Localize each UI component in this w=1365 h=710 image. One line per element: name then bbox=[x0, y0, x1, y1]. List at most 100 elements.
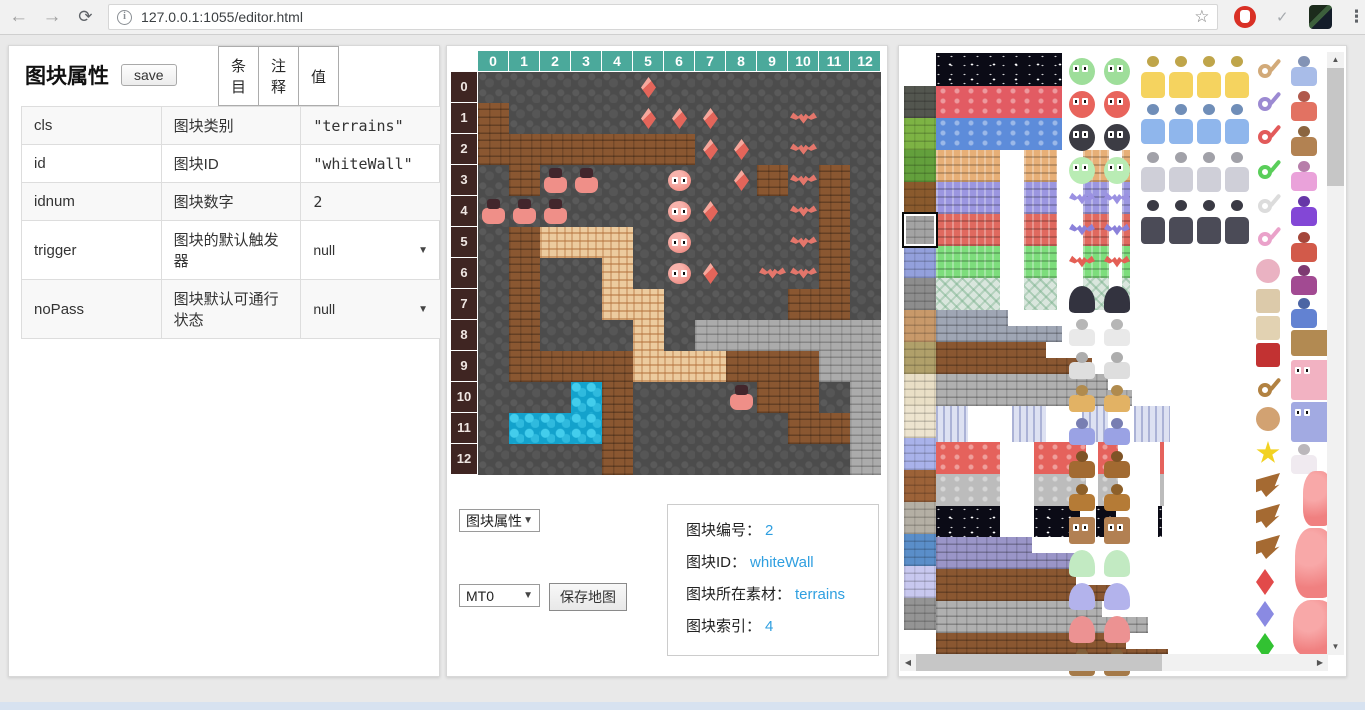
map-tile[interactable] bbox=[478, 134, 509, 165]
map-tile[interactable] bbox=[509, 227, 540, 258]
map-tile[interactable] bbox=[509, 413, 540, 444]
map-tile[interactable] bbox=[571, 382, 602, 413]
enemy-green-ghost[interactable] bbox=[1069, 550, 1095, 577]
palette-tile-grey-brick[interactable] bbox=[904, 502, 936, 534]
map-tile[interactable] bbox=[571, 165, 602, 196]
avatar[interactable] bbox=[1309, 5, 1332, 29]
palette-band-maze-wall-green[interactable] bbox=[936, 246, 1000, 278]
npc-bride[interactable] bbox=[1291, 444, 1317, 474]
map-tile[interactable] bbox=[757, 72, 788, 103]
map-tile[interactable] bbox=[478, 444, 509, 475]
enemy-black-slime[interactable] bbox=[1069, 124, 1095, 151]
palette-tile-yellow-rock[interactable] bbox=[904, 342, 936, 374]
map-tile[interactable] bbox=[509, 258, 540, 289]
map-tile[interactable] bbox=[726, 134, 757, 165]
palette-tile-wood-planks[interactable] bbox=[904, 310, 936, 342]
map-tile[interactable] bbox=[478, 382, 509, 413]
enemy-skeleton[interactable] bbox=[1104, 319, 1130, 346]
map-tile[interactable] bbox=[633, 320, 664, 351]
npc-dark-demon[interactable] bbox=[1141, 200, 1165, 244]
map-tile[interactable] bbox=[819, 72, 850, 103]
npc-angel[interactable] bbox=[1225, 56, 1249, 98]
map-tile[interactable] bbox=[509, 351, 540, 382]
map-tile[interactable] bbox=[633, 134, 664, 165]
map-tile[interactable] bbox=[788, 165, 819, 196]
map-tile[interactable] bbox=[788, 413, 819, 444]
palette-band-maze-wall-orange[interactable] bbox=[936, 150, 1000, 182]
item-medal[interactable] bbox=[1256, 407, 1280, 431]
map-tile[interactable] bbox=[478, 227, 509, 258]
map-tile[interactable] bbox=[757, 165, 788, 196]
map-tile[interactable] bbox=[695, 72, 726, 103]
map-tile[interactable] bbox=[695, 103, 726, 134]
palette-band-cloud[interactable] bbox=[936, 474, 1000, 506]
map-tile[interactable] bbox=[664, 196, 695, 227]
enemy-green-ghost[interactable] bbox=[1104, 550, 1130, 577]
npc-dark-demon[interactable] bbox=[1169, 200, 1193, 244]
npc-water-spirit[interactable] bbox=[1225, 104, 1249, 144]
item-fly-wing[interactable] bbox=[1256, 473, 1280, 497]
map-tile[interactable] bbox=[602, 413, 633, 444]
npc-blue-boy[interactable] bbox=[1291, 298, 1317, 328]
map-tile[interactable] bbox=[726, 289, 757, 320]
map-tile[interactable] bbox=[664, 413, 695, 444]
map-tile[interactable] bbox=[788, 134, 819, 165]
npc-purple-wizard[interactable] bbox=[1291, 196, 1317, 226]
map-tile[interactable] bbox=[664, 382, 695, 413]
map-tile[interactable] bbox=[571, 258, 602, 289]
npc-dark-demon[interactable] bbox=[1225, 200, 1249, 244]
map-tile[interactable] bbox=[726, 165, 757, 196]
map-tile[interactable] bbox=[788, 258, 819, 289]
item-green-key[interactable] bbox=[1256, 157, 1280, 181]
map-tile[interactable] bbox=[819, 351, 850, 382]
page-info-icon[interactable]: i bbox=[117, 10, 132, 25]
map-tile[interactable] bbox=[509, 196, 540, 227]
floor-select[interactable]: MT0 ▼ bbox=[459, 584, 540, 607]
map-tile[interactable] bbox=[571, 444, 602, 475]
map-tile[interactable] bbox=[850, 227, 881, 258]
palette-tile-sand[interactable] bbox=[904, 374, 936, 406]
map-tile[interactable] bbox=[819, 382, 850, 413]
palette-band-purple-wall-strip[interactable] bbox=[936, 553, 1086, 569]
map-tile[interactable] bbox=[478, 258, 509, 289]
menu-dots-icon[interactable]: ⋮ bbox=[1348, 7, 1365, 27]
map-tile[interactable] bbox=[726, 258, 757, 289]
map-tile[interactable] bbox=[788, 72, 819, 103]
map-tile[interactable] bbox=[788, 351, 819, 382]
palette-band-maze-wall-purple[interactable] bbox=[1024, 182, 1057, 214]
map-tile[interactable] bbox=[540, 134, 571, 165]
map-tile[interactable] bbox=[819, 196, 850, 227]
enemy-skeleton-soldier[interactable] bbox=[1069, 352, 1095, 379]
map-tile[interactable] bbox=[695, 351, 726, 382]
map-tile[interactable] bbox=[788, 196, 819, 227]
item-red-book[interactable] bbox=[1256, 343, 1280, 367]
enemy-purple-ghost[interactable] bbox=[1104, 583, 1130, 610]
map-tile[interactable] bbox=[509, 103, 540, 134]
map-tile[interactable] bbox=[819, 413, 850, 444]
palette-band-stone-wall-strip[interactable] bbox=[936, 310, 1008, 326]
palette-band-brown-wall-strip[interactable] bbox=[936, 633, 1126, 649]
map-tile[interactable] bbox=[602, 382, 633, 413]
save-button[interactable]: save bbox=[121, 64, 177, 86]
horizontal-scrollbar[interactable]: ◀ ▶ bbox=[900, 654, 1328, 671]
map-tile[interactable] bbox=[633, 351, 664, 382]
noPass-select[interactable]: null▼ bbox=[313, 301, 428, 317]
npc-silver-knight[interactable] bbox=[1197, 152, 1221, 192]
npc-magic-king[interactable] bbox=[1291, 265, 1317, 295]
map-tile[interactable] bbox=[540, 227, 571, 258]
map-tile[interactable] bbox=[757, 382, 788, 413]
map-tile[interactable] bbox=[478, 289, 509, 320]
map-tile[interactable] bbox=[664, 134, 695, 165]
map-tile[interactable] bbox=[757, 413, 788, 444]
map-tile[interactable] bbox=[819, 320, 850, 351]
npc-fairy[interactable] bbox=[1291, 161, 1317, 191]
map-tile[interactable] bbox=[664, 444, 695, 475]
back-icon[interactable]: ← bbox=[4, 2, 33, 32]
item-purple-key[interactable] bbox=[1256, 89, 1280, 113]
map-tile[interactable] bbox=[540, 351, 571, 382]
property-value-input[interactable]: "terrains" bbox=[301, 107, 441, 145]
map-tile[interactable] bbox=[695, 165, 726, 196]
palette-band-purple-wall-strip[interactable] bbox=[936, 537, 1032, 553]
reload-icon[interactable]: ⟳ bbox=[71, 2, 100, 32]
item-fly-wing-up[interactable] bbox=[1256, 535, 1280, 559]
